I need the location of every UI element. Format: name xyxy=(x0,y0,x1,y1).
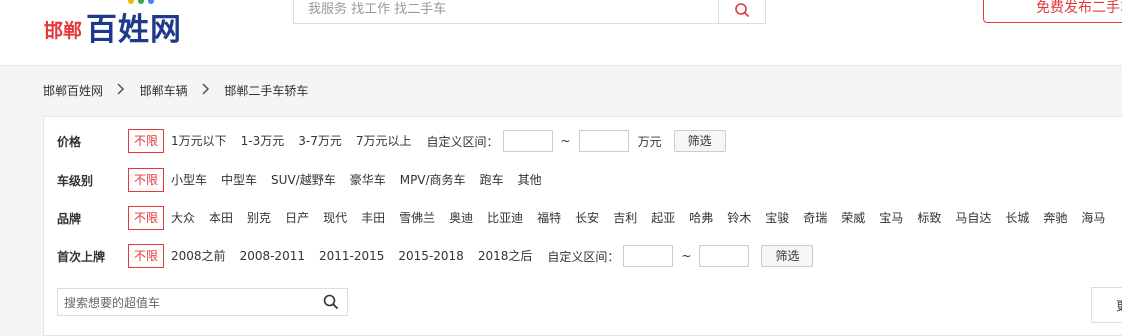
first-registration-filter-button[interactable]: 筛选 xyxy=(761,245,814,267)
price-custom-label: 自定义区间： xyxy=(426,134,499,149)
brand-option[interactable]: 宝骏 xyxy=(758,206,796,230)
brand-unlimited-option[interactable]: 不限 xyxy=(128,206,165,230)
first-registration-option[interactable]: 2015-2018 xyxy=(391,244,470,268)
brand-option[interactable]: 标致 xyxy=(910,206,948,230)
brand-option[interactable]: 马自达 xyxy=(948,206,998,230)
first-registration-range-tilde: ~ xyxy=(681,249,692,263)
price-option[interactable]: 1万元以下 xyxy=(171,129,234,153)
breadcrumb: 邯郸百姓网 邯郸车辆 邯郸二手车轿车 xyxy=(43,82,308,99)
brand-label: 品牌 xyxy=(57,211,82,226)
brand-option[interactable]: 长安 xyxy=(568,206,606,230)
breadcrumb-item[interactable]: 邯郸车辆 xyxy=(140,82,188,99)
price-max-input[interactable] xyxy=(578,130,629,152)
level-option[interactable]: SUV/越野车 xyxy=(264,168,343,192)
price-unlimited-option[interactable]: 不限 xyxy=(128,129,165,153)
search-input[interactable] xyxy=(294,0,717,23)
first-registration-label: 首次上牌 xyxy=(57,249,106,264)
brand-option[interactable]: 海马 xyxy=(1074,206,1112,230)
brand-option[interactable]: 起亚 xyxy=(644,206,682,230)
publish-button[interactable]: 免费发布二手车 xyxy=(983,0,1122,23)
chevron-right-icon xyxy=(117,83,125,98)
brand-option[interactable]: 别克 xyxy=(240,206,278,230)
level-unlimited-option[interactable]: 不限 xyxy=(128,168,165,192)
keyword-search-input[interactable] xyxy=(58,289,316,317)
brand-option[interactable]: 日产 xyxy=(278,206,316,230)
brand-option[interactable]: 长城 xyxy=(998,206,1036,230)
first-registration-options: 不限 2008之前 2008-2011 2011-2015 2015-2018 … xyxy=(128,244,814,268)
price-unit: 万元 xyxy=(637,134,662,149)
brand-option[interactable]: 大众 xyxy=(171,206,202,230)
logo-city: 邯郸 xyxy=(44,20,83,42)
keyword-search xyxy=(57,288,348,317)
search-button[interactable] xyxy=(718,0,765,23)
price-option[interactable]: 1-3万元 xyxy=(234,129,292,153)
level-option[interactable]: 中型车 xyxy=(214,168,264,192)
price-filter-button[interactable]: 筛选 xyxy=(673,130,726,152)
level-label: 车级别 xyxy=(57,173,94,188)
search-bar xyxy=(293,0,766,24)
price-option[interactable]: 7万元以上 xyxy=(349,129,419,153)
brand-option[interactable]: 雪佛兰 xyxy=(392,206,442,230)
brand-option[interactable]: 奔驰 xyxy=(1036,206,1074,230)
price-range-tilde: ~ xyxy=(560,134,571,148)
first-registration-unlimited-option[interactable]: 不限 xyxy=(128,244,165,268)
brand-option[interactable]: 福特 xyxy=(530,206,568,230)
first-registration-option[interactable]: 2011-2015 xyxy=(312,244,391,268)
filter-panel: 价格 不限 1万元以下 1-3万元 3-7万元 7万元以上 自定义区间： ~ 万… xyxy=(43,116,1122,336)
brand-option[interactable]: 丰田 xyxy=(354,206,392,230)
price-options: 不限 1万元以下 1-3万元 3-7万元 7万元以上 自定义区间： ~ 万元 筛… xyxy=(128,129,726,153)
price-min-input[interactable] xyxy=(502,130,553,152)
more-button[interactable]: 更 xyxy=(1091,287,1122,323)
brand-options: 不限 大众 本田 别克 日产 现代 丰田 雪佛兰 奥迪 比亚迪 福特 长安 吉利 起亚 哈弗 铃木 宝骏 奇瑞荣… xyxy=(128,206,1112,230)
brand-option[interactable]: 奇瑞 xyxy=(796,206,834,230)
brand-option[interactable]: 宝马 xyxy=(872,206,910,230)
level-option[interactable]: 豪华车 xyxy=(343,168,393,192)
brand-option[interactable]: 哈弗 xyxy=(682,206,720,230)
first-registration-custom-label: 自定义区间： xyxy=(547,249,620,264)
brand-option[interactable]: 本田 xyxy=(202,206,240,230)
level-option[interactable]: 小型车 xyxy=(171,168,214,192)
brand-option[interactable]: 现代 xyxy=(316,206,354,230)
first-registration-option[interactable]: 2008-2011 xyxy=(233,244,312,268)
level-option[interactable]: 其他 xyxy=(511,168,549,192)
first-registration-max-input[interactable] xyxy=(699,245,750,267)
first-registration-option[interactable]: 2008之前 xyxy=(171,244,233,268)
brand-option[interactable]: 吉利 xyxy=(606,206,644,230)
brand-option[interactable]: 铃木 xyxy=(720,206,758,230)
chevron-right-icon xyxy=(201,83,210,98)
brand-option[interactable]: 比亚迪 xyxy=(480,206,530,230)
brand-option[interactable]: 奥迪 xyxy=(442,206,480,230)
search-icon[interactable] xyxy=(323,294,339,310)
level-options: 不限 小型车 中型车 SUV/越野车 豪华车 MPV/商务车 跑车 其他 xyxy=(128,168,549,192)
breadcrumb-item[interactable]: 邯郸百姓网 xyxy=(43,82,103,99)
first-registration-option[interactable]: 2018之后 xyxy=(471,244,540,268)
logo-brand: 百姓网 xyxy=(86,12,182,48)
price-option[interactable]: 3-7万元 xyxy=(291,129,349,153)
breadcrumb-item[interactable]: 邯郸二手车轿车 xyxy=(224,82,308,99)
search-icon xyxy=(735,2,750,17)
level-option[interactable]: MPV/商务车 xyxy=(393,168,473,192)
first-registration-min-input[interactable] xyxy=(623,245,674,267)
site-header: 邯郸 百姓网 免费发布二手车 xyxy=(0,0,1122,66)
level-option[interactable]: 跑车 xyxy=(473,168,511,192)
price-label: 价格 xyxy=(57,134,82,149)
brand-option[interactable]: 荣威 xyxy=(834,206,872,230)
